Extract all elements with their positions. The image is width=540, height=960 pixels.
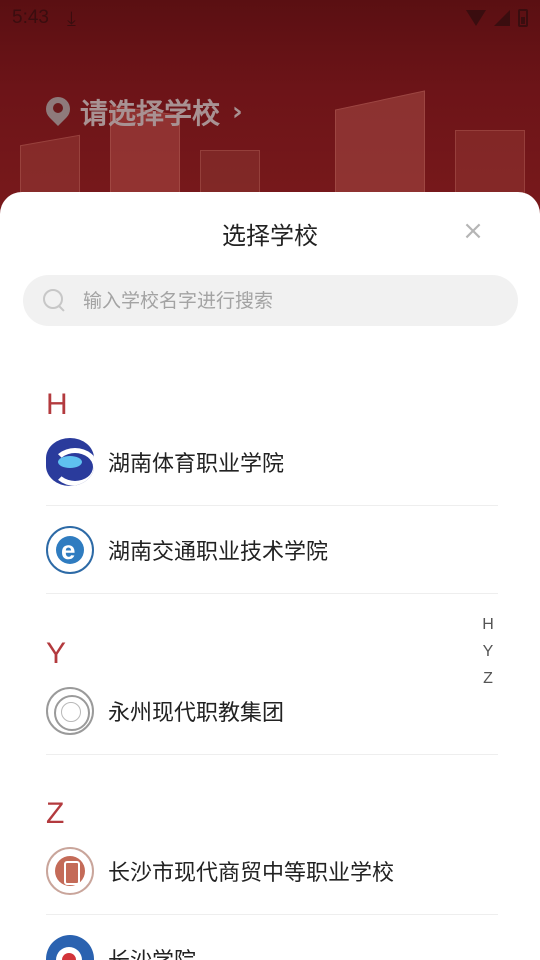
school-name: 湖南体育职业学院 <box>108 451 285 477</box>
wifi-icon <box>466 10 486 26</box>
school-logo <box>46 525 94 574</box>
school-name: 永州现代职教集团 <box>108 700 285 726</box>
school-logo <box>46 935 94 960</box>
school-logo <box>46 846 94 895</box>
list-item[interactable]: 永州现代职教集团 <box>46 667 498 755</box>
select-school-sheet: 选择学校 × H 湖南体育职业学院 湖南交通职业技术学院 Y 永州现代职教集团 … <box>0 192 540 960</box>
alphabet-index: H Y Z <box>478 616 498 688</box>
school-picker-label: 请选择学校 <box>80 97 221 130</box>
list-item[interactable]: 长沙学院 <box>46 915 498 960</box>
school-name: 长沙市现代商贸中等职业学校 <box>108 860 395 886</box>
search-icon <box>43 288 67 313</box>
download-icon: ⤓ <box>66 6 76 30</box>
list-item[interactable]: 湖南体育职业学院 <box>46 418 498 506</box>
battery-icon <box>518 9 528 27</box>
chevron-right-icon: › <box>232 97 243 127</box>
list-item[interactable]: 湖南交通职业技术学院 <box>46 506 498 594</box>
school-picker[interactable]: 请选择学校 › <box>41 92 243 132</box>
search-input[interactable] <box>83 289 483 312</box>
index-letter[interactable]: Z <box>483 670 493 688</box>
index-letter[interactable]: H <box>482 616 494 634</box>
school-logo <box>46 686 94 735</box>
section-header-z: Z <box>46 797 65 830</box>
section-header-h: H <box>46 388 68 421</box>
list-item[interactable]: 长沙市现代商贸中等职业学校 <box>46 827 498 915</box>
status-bar: 5:43 ⤓ <box>0 0 540 36</box>
status-time: 5:43 <box>12 7 49 28</box>
sheet-title: 选择学校 <box>222 222 318 250</box>
location-pin-icon <box>41 92 75 127</box>
index-letter[interactable]: Y <box>483 643 494 661</box>
close-icon[interactable]: × <box>460 218 486 244</box>
search-bar[interactable] <box>23 275 518 326</box>
school-logo <box>46 437 94 486</box>
school-name: 长沙学院 <box>108 943 196 960</box>
school-name: 湖南交通职业技术学院 <box>108 539 329 565</box>
cell-signal-icon <box>494 10 510 26</box>
section-header-y: Y <box>46 637 67 670</box>
